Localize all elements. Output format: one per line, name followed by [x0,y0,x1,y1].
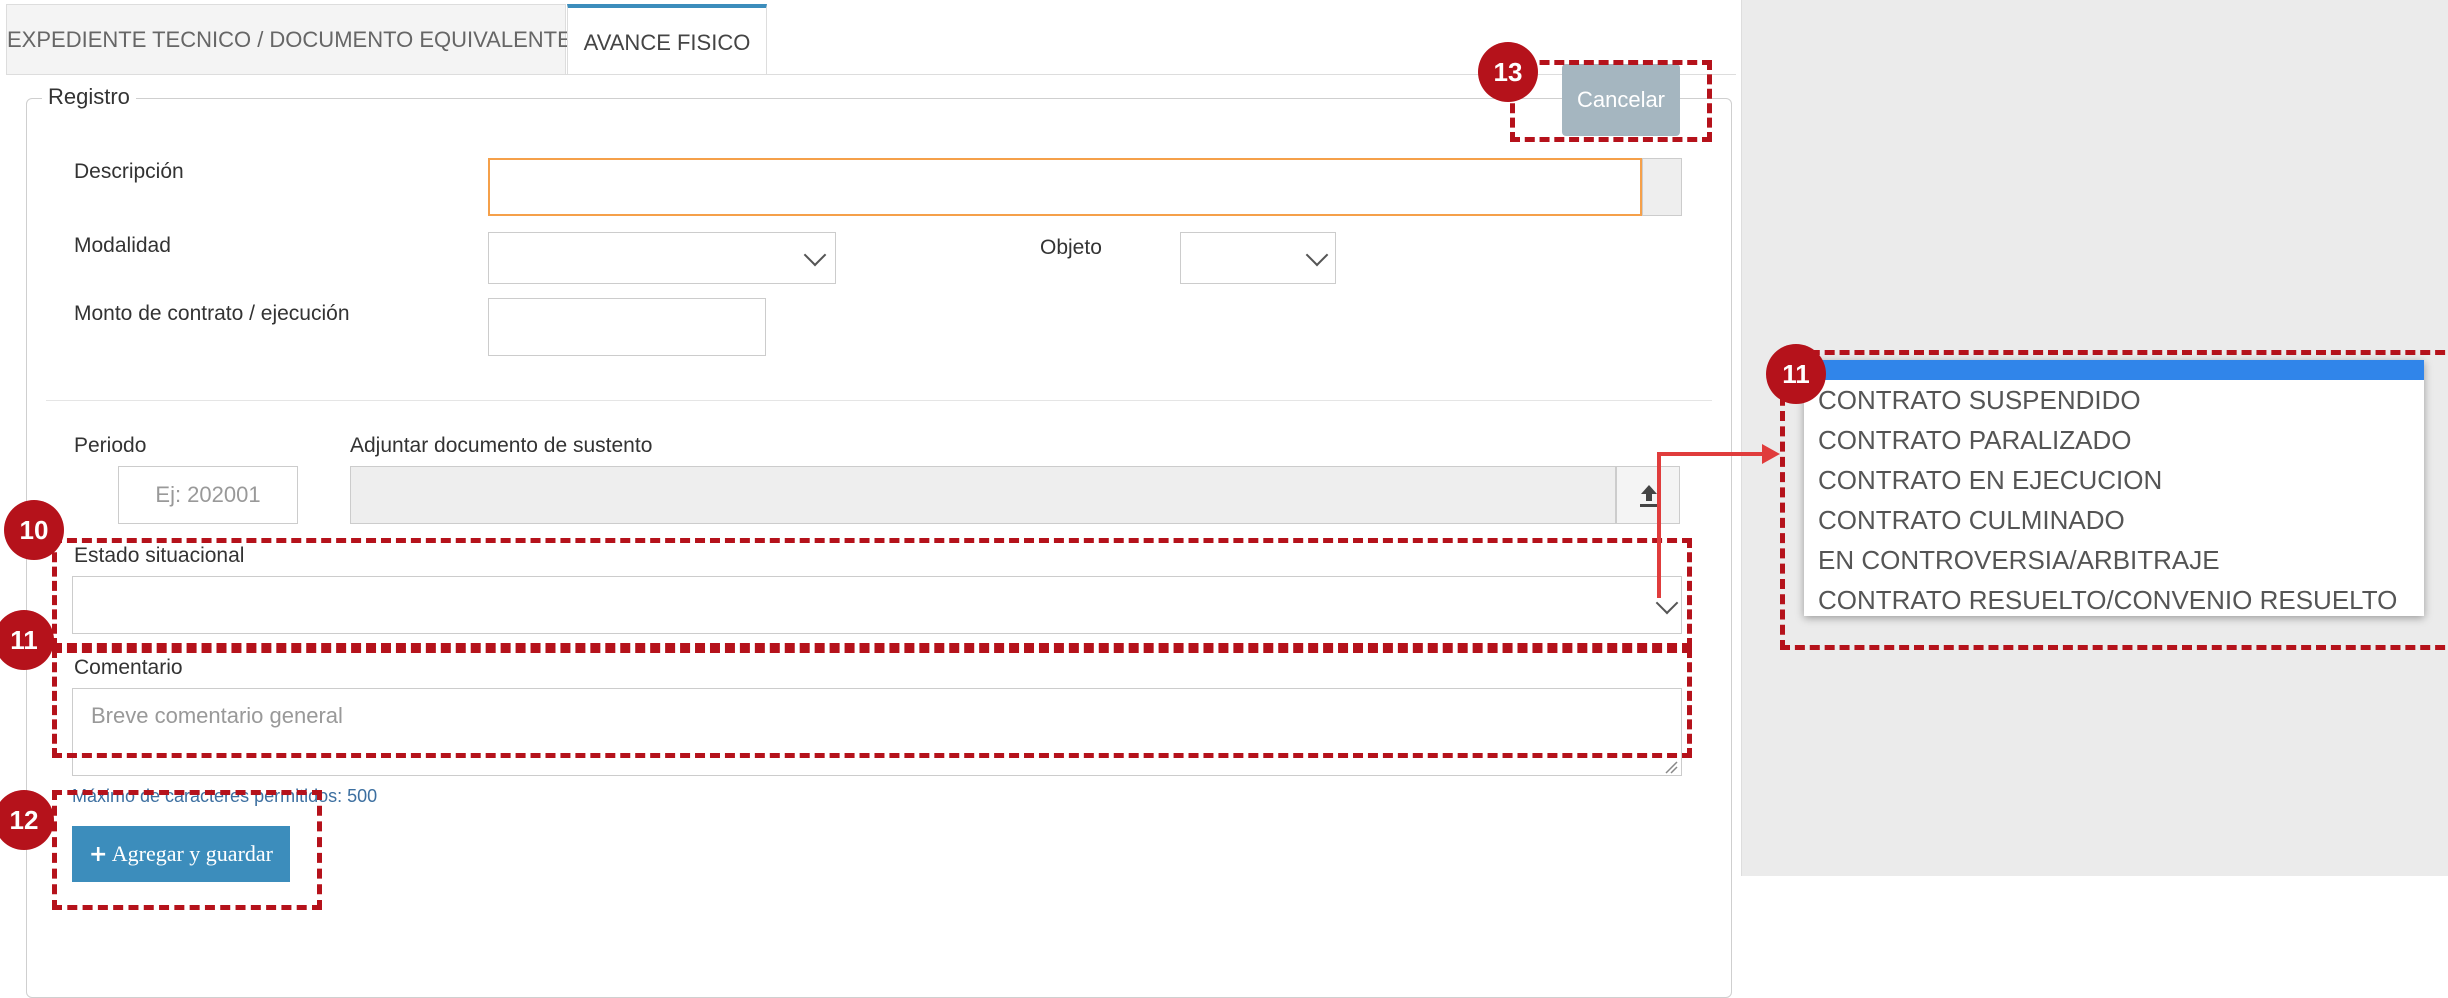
connector-arrow [1657,444,1780,598]
section-divider [46,400,1712,401]
periodo-label: Periodo [74,434,147,457]
tab-avance-fisico[interactable]: AVANCE FISICO [567,4,767,74]
chevron-down-icon [803,243,827,267]
fieldset-legend: Registro [42,84,136,110]
annotation-box-10 [52,538,1692,648]
chevron-down-icon [1305,243,1329,267]
annotation-badge-10: 10 [4,500,64,560]
dropdown-option[interactable]: CONTRATO PARALIZADO [1818,420,2132,460]
adjuntar-label: Adjuntar documento de sustento [350,434,653,457]
annotation-box-13 [1510,60,1712,142]
adjuntar-file-field[interactable] [350,466,1616,524]
annotation-box-12 [52,790,322,910]
dropdown-option[interactable]: CONTRATO RESUELTO/CONVENIO RESUELTO [1818,580,2397,620]
annotation-badge-11-dropdown: 11 [1766,344,1826,404]
objeto-select[interactable] [1180,232,1336,284]
dropdown-option[interactable]: EN CONTROVERSIA/ARBITRAJE [1818,540,2220,580]
monto-label: Monto de contrato / ejecución [74,302,350,325]
periodo-input[interactable]: Ej: 202001 [118,466,298,524]
descripcion-input[interactable] [488,158,1642,216]
descripcion-addon [1642,158,1682,216]
annotation-box-11 [52,648,1692,758]
resize-handle-icon[interactable] [1664,760,1678,774]
dropdown-option[interactable]: CONTRATO CULMINADO [1818,500,2125,540]
tab-divider [6,74,1736,75]
annotation-badge-13: 13 [1478,42,1538,102]
dropdown-option[interactable]: CONTRATO SUSPENDIDO [1818,380,2141,420]
modalidad-label: Modalidad [74,234,171,257]
estado-dropdown-list: CONTRATO SUSPENDIDO CONTRATO PARALIZADO … [1804,360,2424,616]
descripcion-label: Descripción [74,160,184,183]
objeto-label: Objeto [1040,236,1102,259]
dropdown-empty-selected-option[interactable] [1804,360,2424,380]
dropdown-option[interactable]: CONTRATO EN EJECUCION [1818,460,2162,500]
tab-expediente-tecnico[interactable]: EXPEDIENTE TECNICO / DOCUMENTO EQUIVALEN… [6,4,572,74]
modalidad-select[interactable] [488,232,836,284]
monto-input[interactable] [488,298,766,356]
